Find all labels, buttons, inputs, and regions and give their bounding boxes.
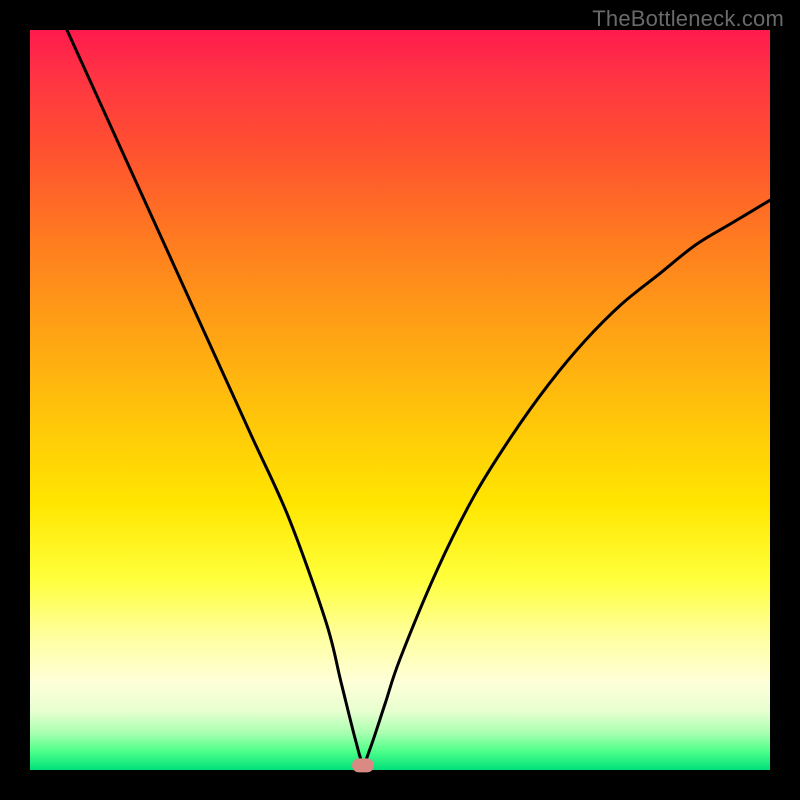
plot-area bbox=[30, 30, 770, 770]
chart-frame: TheBottleneck.com bbox=[0, 0, 800, 800]
minimum-marker bbox=[352, 758, 374, 772]
watermark-text: TheBottleneck.com bbox=[592, 6, 784, 32]
bottleneck-curve bbox=[30, 30, 770, 770]
